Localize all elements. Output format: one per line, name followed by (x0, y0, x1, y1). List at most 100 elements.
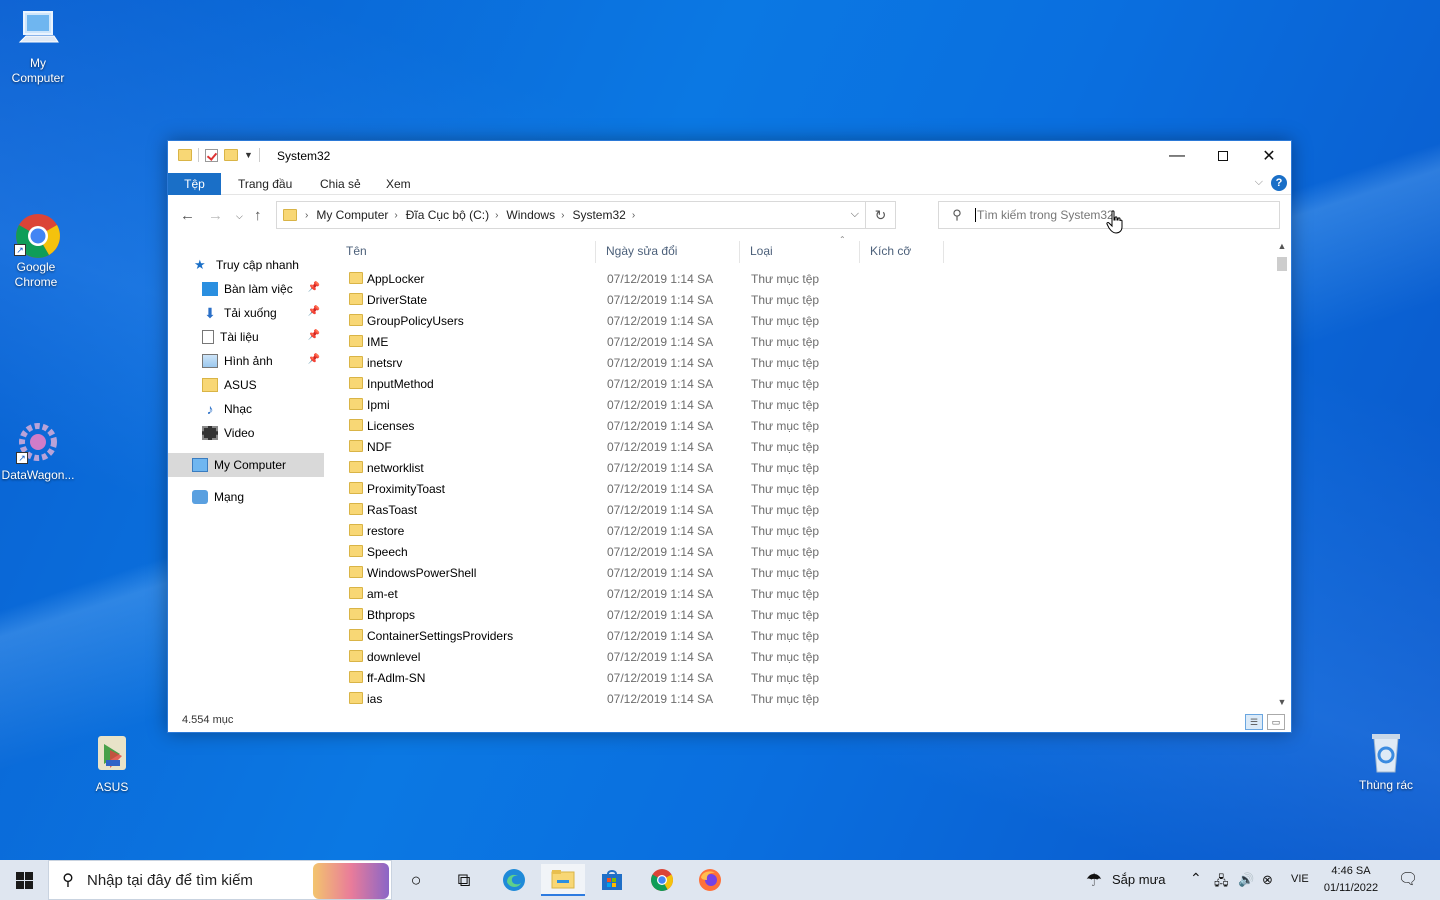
cortana-icon[interactable]: ○ (394, 864, 438, 896)
file-name[interactable]: Speech (367, 545, 408, 559)
start-button[interactable] (0, 860, 48, 900)
vertical-scrollbar[interactable]: ▲ ▼ (1275, 241, 1289, 711)
file-name[interactable]: ProximityToast (367, 482, 445, 496)
chrome-icon[interactable] (640, 864, 684, 896)
microsoft-store-icon[interactable] (590, 864, 634, 896)
weather-rain-icon[interactable]: ☂ (1080, 864, 1108, 896)
file-name[interactable]: DriverState (367, 293, 427, 307)
edge-icon[interactable] (492, 864, 536, 896)
nav-item-videos[interactable]: Video (168, 421, 324, 445)
up-arrow-icon[interactable]: ↑ (254, 207, 262, 224)
scroll-up-chevron-icon[interactable]: ▲ (1275, 241, 1289, 255)
customize-toolbar-chevron-icon[interactable]: ▼ (244, 150, 253, 160)
table-row[interactable]: AppLocker 07/12/2019 1:14 SA Thư mục tệp (346, 269, 1106, 290)
file-name[interactable]: AppLocker (367, 272, 424, 286)
scrollbar-thumb[interactable] (1277, 257, 1287, 271)
table-row[interactable]: ProximityToast 07/12/2019 1:14 SA Thư mục … (346, 479, 1106, 500)
file-name[interactable]: ContainerSettingsProviders (367, 629, 513, 643)
defender-status-icon[interactable]: ⊗ (1262, 872, 1273, 888)
file-name[interactable]: WindowsPowerShell (367, 566, 476, 580)
task-view-icon[interactable]: ⧉ (442, 864, 486, 896)
address-bar[interactable]: › My Computer › Đĩa Cục bộ (C:) › Window… (276, 201, 896, 229)
column-header-size[interactable]: Kích cỡ (864, 241, 944, 263)
address-history-chevron-icon[interactable]: ⌵ (851, 208, 859, 221)
table-row[interactable]: am-et 07/12/2019 1:14 SA Thư mục tệp (346, 584, 1106, 605)
breadcrumb-separator-icon[interactable]: › (495, 210, 498, 221)
file-name[interactable]: InputMethod (367, 377, 434, 391)
nav-item-network[interactable]: Mạng (168, 485, 324, 509)
nav-item-documents[interactable]: Tài liệu 📌 (168, 325, 324, 349)
table-row[interactable]: restore 07/12/2019 1:14 SA Thư mục tệp (346, 521, 1106, 542)
tab-view[interactable]: Xem (374, 173, 423, 195)
file-name[interactable]: Bthprops (367, 608, 415, 622)
recent-locations-chevron-icon[interactable]: ⌵ (236, 211, 243, 222)
table-row[interactable]: GroupPolicyUsers 07/12/2019 1:14 SA Thư mụ… (346, 311, 1106, 332)
table-row[interactable]: NDF 07/12/2019 1:14 SA Thư mục tệp (346, 437, 1106, 458)
volume-icon[interactable]: 🔊 (1238, 872, 1254, 888)
properties-icon[interactable] (205, 148, 218, 162)
table-row[interactable]: Ipmi 07/12/2019 1:14 SA Thư mục tệp (346, 395, 1106, 416)
show-hidden-icons-chevron-icon[interactable]: ⌃ (1190, 870, 1202, 887)
table-row[interactable]: Speech 07/12/2019 1:14 SA Thư mục tệp (346, 542, 1106, 563)
nav-item-my-computer[interactable]: My Computer (168, 453, 324, 477)
tab-file[interactable]: Tệp (168, 173, 221, 195)
table-row[interactable]: DriverState 07/12/2019 1:14 SA Thư mục tệp (346, 290, 1106, 311)
nav-item-quick-access[interactable]: ★ Truy cập nhanh (168, 253, 324, 277)
file-name[interactable]: IME (367, 335, 388, 349)
file-name[interactable]: RasToast (367, 503, 417, 517)
network-icon[interactable]: 🖧 (1214, 872, 1229, 894)
file-name[interactable]: Ipmi (367, 398, 390, 412)
details-view-icon[interactable]: ☰ (1245, 714, 1263, 730)
breadcrumb-system32[interactable]: System32 (572, 208, 625, 222)
table-row[interactable]: ias 07/12/2019 1:14 SA Thư mục tệp (346, 689, 1106, 710)
table-row[interactable]: Licenses 07/12/2019 1:14 SA Thư mục tệp (346, 416, 1106, 437)
scroll-down-chevron-icon[interactable]: ▼ (1275, 697, 1289, 711)
column-header-name[interactable]: Tên (340, 241, 596, 263)
minimize-button[interactable]: — (1154, 141, 1200, 171)
breadcrumb-separator-icon[interactable]: › (561, 210, 564, 221)
breadcrumb-my-computer[interactable]: My Computer (316, 208, 388, 222)
file-name[interactable]: NDF (367, 440, 392, 454)
breadcrumb-separator-icon[interactable]: › (394, 210, 397, 221)
back-arrow-icon[interactable]: ← (180, 207, 195, 224)
column-header-date-modified[interactable]: Ngày sửa đổi (600, 241, 740, 263)
file-name[interactable]: networklist (367, 461, 424, 475)
table-row[interactable]: WindowsPowerShell 07/12/2019 1:14 SA Thư m… (346, 563, 1106, 584)
table-row[interactable]: Bthprops 07/12/2019 1:14 SA Thư mục tệp (346, 605, 1106, 626)
title-bar[interactable]: ▼ System32 — ✕ (168, 141, 1291, 171)
new-folder-icon[interactable] (224, 149, 238, 161)
table-row[interactable]: inetsrv 07/12/2019 1:14 SA Thư mục tệp (346, 353, 1106, 374)
file-explorer-icon[interactable] (541, 864, 585, 896)
file-name[interactable]: restore (367, 524, 404, 538)
breadcrumb-windows[interactable]: Windows (506, 208, 555, 222)
nav-item-asus[interactable]: ASUS (168, 373, 324, 397)
file-name[interactable]: am-et (367, 587, 398, 601)
desktop-icon-recycle-bin[interactable]: Thùng rác (1348, 730, 1424, 793)
maximize-button[interactable] (1200, 141, 1246, 171)
table-row[interactable]: IME 07/12/2019 1:14 SA Thư mục tệp (346, 332, 1106, 353)
tab-home[interactable]: Trang đầu (226, 173, 304, 195)
file-name[interactable]: Licenses (367, 419, 414, 433)
expand-ribbon-chevron-icon[interactable]: ⌵ (1255, 176, 1263, 189)
close-button[interactable]: ✕ (1246, 141, 1292, 171)
refresh-button[interactable]: ↻ (865, 202, 895, 228)
column-header-type[interactable]: Loại (744, 241, 860, 263)
file-name[interactable]: inetsrv (367, 356, 402, 370)
notification-center-icon[interactable]: 🗨 (1398, 869, 1418, 889)
help-button[interactable]: ? (1271, 175, 1287, 191)
breadcrumb-local-disk[interactable]: Đĩa Cục bộ (C:) (406, 208, 489, 222)
nav-item-downloads[interactable]: ⬇ Tải xuống 📌 (168, 301, 324, 325)
nav-item-desktop[interactable]: Bàn làm việc 📌 (168, 277, 324, 301)
table-row[interactable]: networklist 07/12/2019 1:14 SA Thư mục tệp (346, 458, 1106, 479)
nav-item-music[interactable]: ♪ Nhạc (168, 397, 324, 421)
large-icons-view-icon[interactable]: ▭ (1267, 714, 1285, 730)
file-name[interactable]: ff-Adlm-SN (367, 671, 425, 685)
firefox-icon[interactable] (688, 864, 732, 896)
desktop-icon-datawagon[interactable]: ↗ DataWagon... (0, 420, 76, 483)
file-name[interactable]: downlevel (367, 650, 420, 664)
taskbar-search-box[interactable]: ⚲ Nhập tại đây để tìm kiếm (48, 860, 392, 900)
table-row[interactable]: RasToast 07/12/2019 1:14 SA Thư mục tệp (346, 500, 1106, 521)
nav-item-pictures[interactable]: Hình ảnh 📌 (168, 349, 324, 373)
taskbar-search-input[interactable]: Nhập tại đây để tìm kiếm (87, 872, 253, 889)
clock[interactable]: 4:46 SA 01/11/2022 (1318, 863, 1384, 897)
